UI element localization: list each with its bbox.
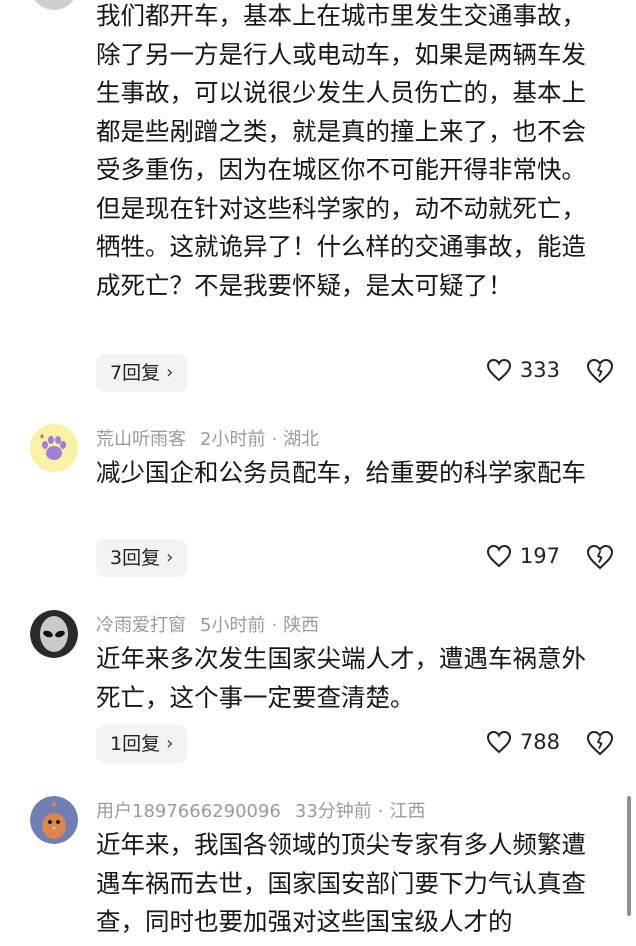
avatar[interactable]: [30, 610, 78, 658]
location: 陕西: [283, 615, 320, 636]
like-button[interactable]: 788: [486, 730, 560, 754]
reply-count: 3回复: [110, 547, 161, 569]
chevron-right-icon: ›: [166, 362, 174, 383]
timestamp: 5小时前: [200, 615, 266, 636]
location: 湖北: [283, 429, 320, 450]
separator: ·: [377, 801, 384, 822]
avatar[interactable]: [30, 424, 78, 472]
timestamp: 2小时前: [200, 429, 266, 450]
comment-meta: 用户1897666290096 33分钟前 · 江西: [96, 797, 440, 823]
username[interactable]: 荒山听雨客: [96, 429, 186, 450]
dislike-button[interactable]: [586, 358, 614, 388]
reply-count: 1回复: [110, 733, 161, 755]
chevron-right-icon: ›: [166, 733, 174, 754]
scrollbar[interactable]: [627, 796, 631, 916]
timestamp: 33分钟前: [294, 801, 372, 822]
chevron-right-icon: ›: [166, 547, 174, 568]
like-count: 197: [519, 544, 560, 568]
comment-meta: 冷雨爱打窗 5小时前 · 陕西: [96, 611, 333, 637]
comment-text: 减少国企和公务员配车，给重要的科学家配车: [96, 458, 586, 487]
separator: ·: [271, 615, 278, 636]
view-replies-button[interactable]: 3回复 ›: [96, 539, 188, 577]
broken-heart-icon: [586, 358, 614, 384]
reply-count: 7回复: [110, 362, 161, 384]
heart-icon: [486, 544, 511, 568]
like-count: 788: [519, 730, 560, 754]
comment-text: 近年来多次发生国家尖端人才，遭遇车祸意外死亡，这个事一定要查清楚。: [96, 644, 586, 712]
like-count: 333: [519, 358, 560, 382]
broken-heart-icon: [586, 544, 614, 570]
avatar[interactable]: [30, 796, 78, 844]
dislike-button[interactable]: [586, 730, 614, 760]
heart-icon: [486, 358, 511, 382]
username[interactable]: 冷雨爱打窗: [96, 615, 186, 636]
comment-text: 近年来，我国各领域的顶尖专家有多人频繁遭遇车祸而去世，国家国安部门要下力气认真查…: [96, 830, 586, 936]
username[interactable]: 用户1897666290096: [96, 801, 281, 822]
comment-text: 我们都开车，基本上在城市里发生交通事故，除了另一方是行人或电动车，如果是两辆车发…: [96, 1, 586, 300]
like-button[interactable]: 333: [486, 358, 560, 382]
separator: ·: [271, 429, 278, 450]
bird-avatar-icon: [30, 796, 78, 844]
dislike-button[interactable]: [586, 544, 614, 574]
comment-meta: 荒山听雨客 2小时前 · 湖北: [96, 425, 333, 451]
broken-heart-icon: [586, 730, 614, 756]
paw-avatar-icon: [30, 424, 78, 472]
view-replies-button[interactable]: 7回复 ›: [96, 354, 188, 392]
location: 江西: [389, 801, 426, 822]
view-replies-button[interactable]: 1回复 ›: [96, 725, 188, 763]
heart-icon: [486, 730, 511, 754]
alien-avatar-icon: [30, 610, 78, 658]
avatar[interactable]: [30, 0, 78, 10]
like-button[interactable]: 197: [486, 544, 560, 568]
